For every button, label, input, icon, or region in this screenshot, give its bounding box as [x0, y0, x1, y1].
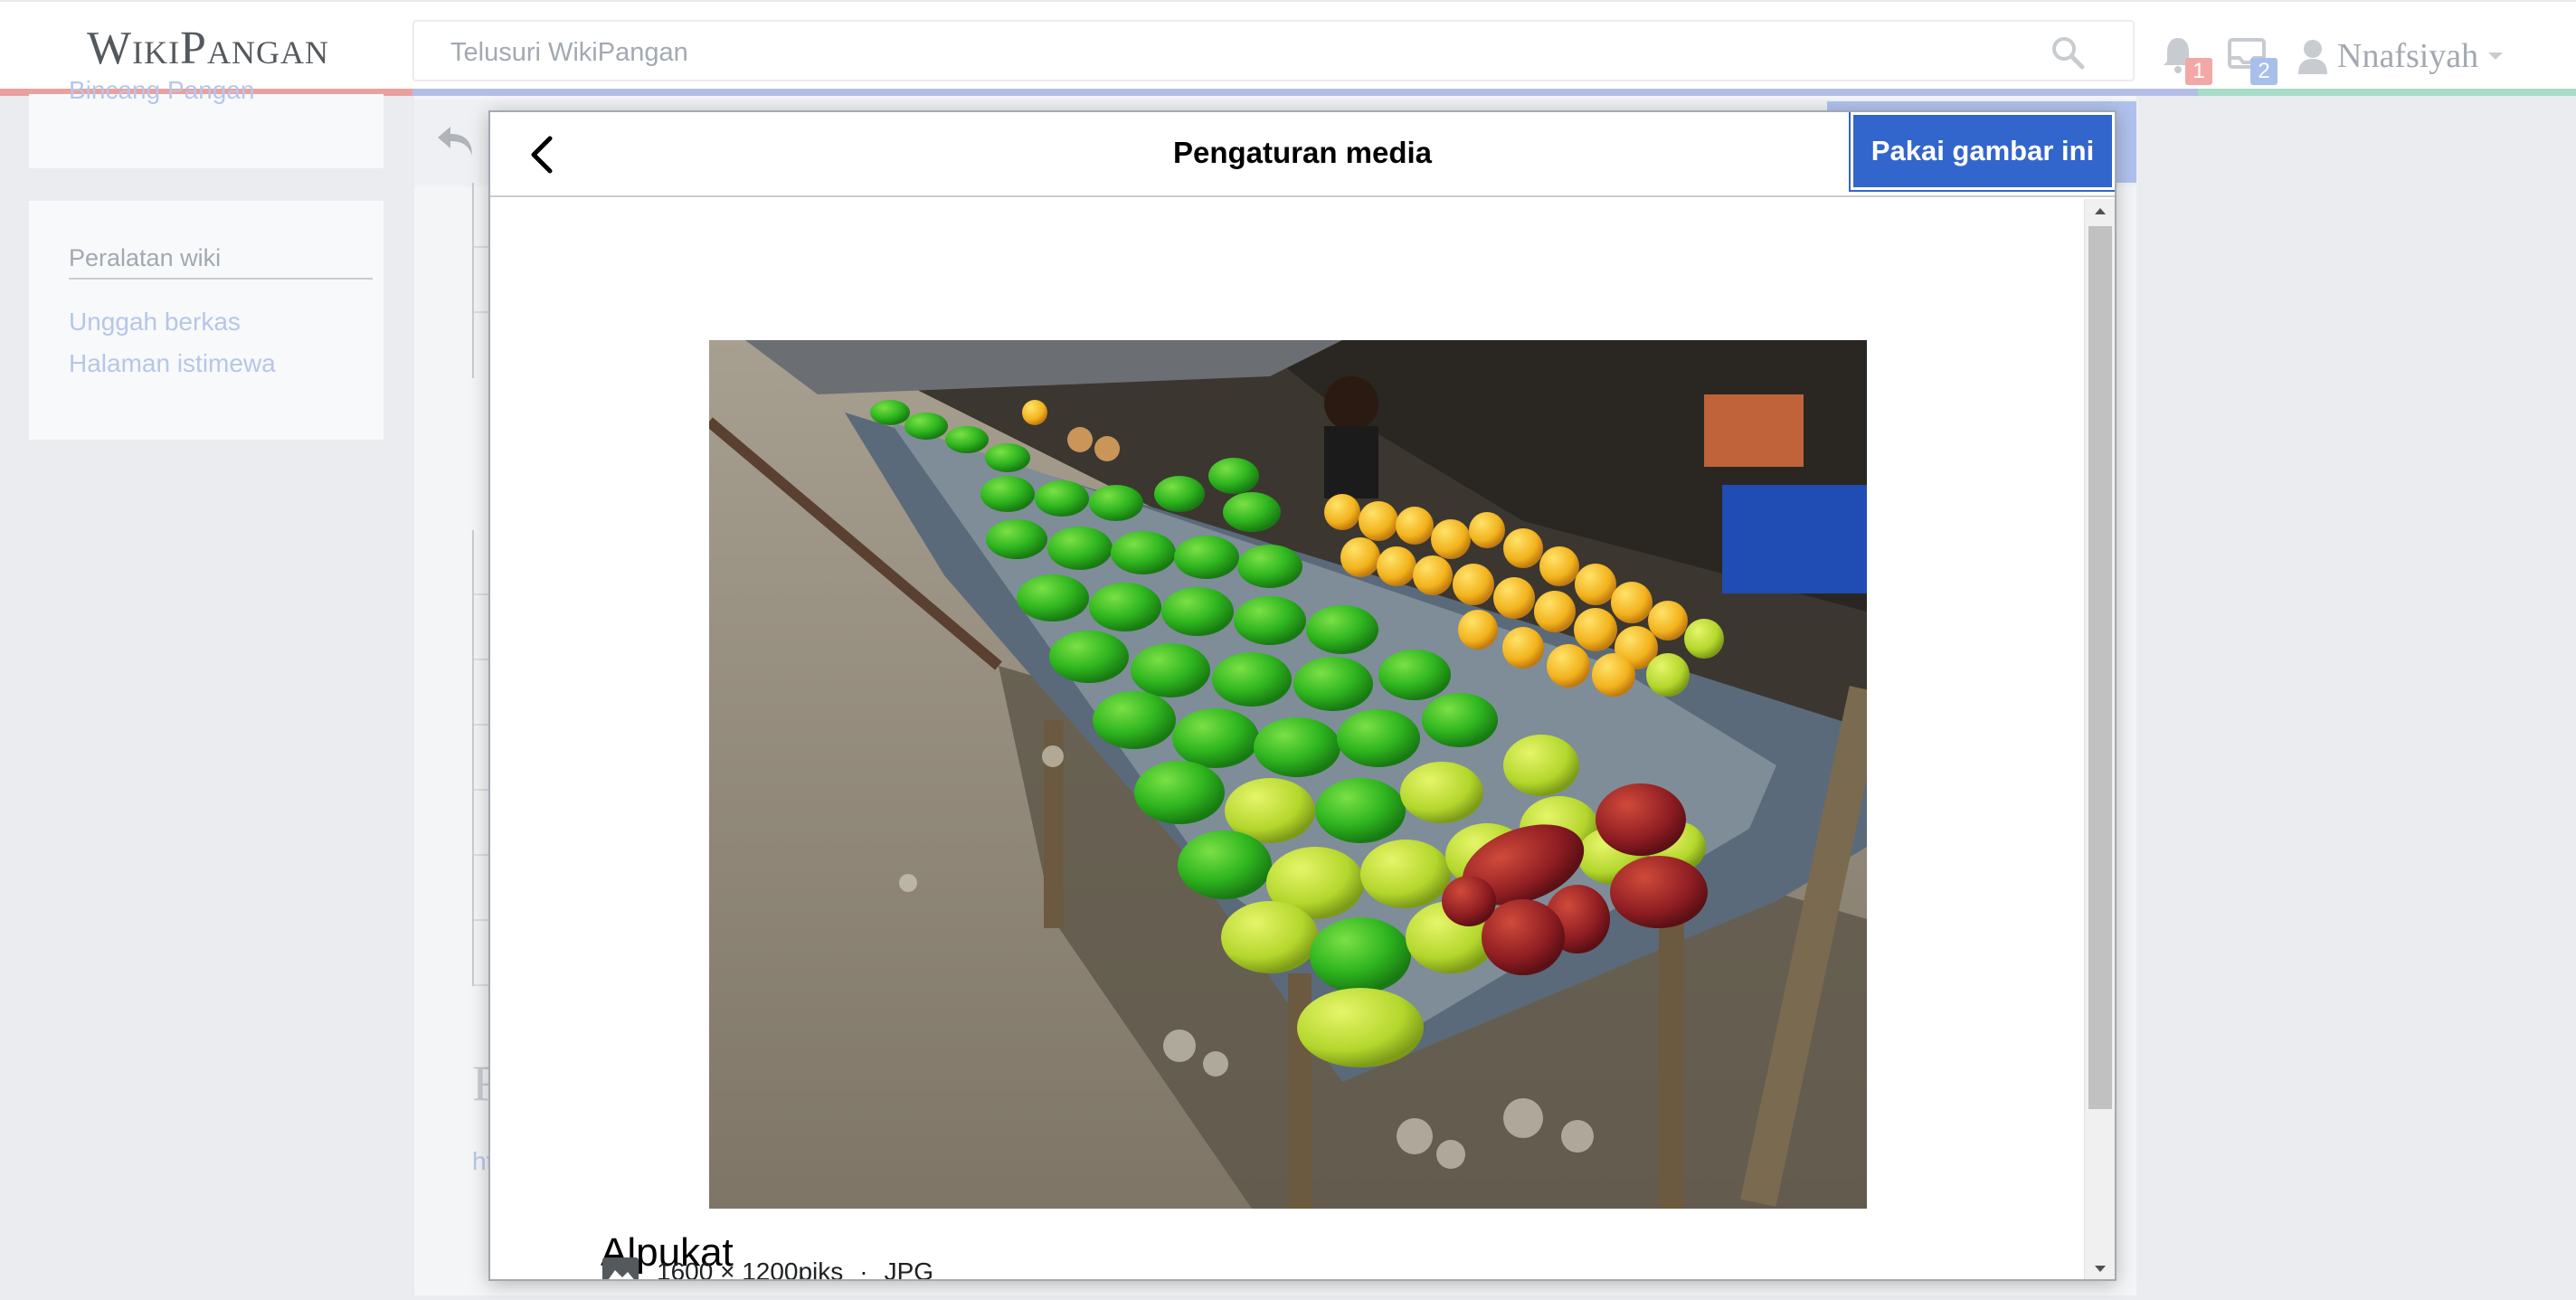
image-preview: [709, 340, 1867, 1209]
dialog-body: Alpukat: [490, 199, 2086, 1279]
arrow-down-icon: [2095, 1266, 2106, 1272]
personal-tools: 1 2 Nnafsiyah: [2162, 29, 2504, 85]
scroll-up-arrow[interactable]: [2085, 199, 2115, 223]
search-input[interactable]: [450, 34, 1988, 71]
dialog-scrollbar[interactable]: [2084, 199, 2115, 1279]
media-settings-dialog: Pengaturan media Pakai gambar ini Alpuka…: [488, 110, 2117, 1281]
sidebar-link-special-pages[interactable]: Halaman istimewa: [69, 349, 276, 378]
file-dimensions: 1600 × 1200piks: [657, 1257, 844, 1281]
sidebar-portal-tools: Peralatan wiki Unggah berkas Halaman ist…: [29, 201, 384, 440]
meta-separator: ·: [859, 1257, 868, 1281]
image-icon: [602, 1257, 639, 1279]
header-color-bar: [0, 89, 2576, 96]
file-metadata: 1600 × 1200piks · JPG: [601, 1254, 934, 1281]
sidebar-link-bincang[interactable]: Bincang Pangan: [69, 76, 255, 105]
use-image-button[interactable]: Pakai gambar ini: [1849, 112, 2115, 192]
messages-badge: 2: [2250, 58, 2278, 85]
arrow-up-icon: [2095, 208, 2106, 214]
sidebar-link-upload[interactable]: Unggah berkas: [69, 308, 241, 337]
scroll-down-arrow[interactable]: [2085, 1257, 2115, 1279]
tools-heading: Peralatan wiki: [69, 244, 373, 280]
notifications-button[interactable]: 1: [2162, 34, 2212, 85]
user-icon: [2298, 40, 2327, 74]
scroll-thumb[interactable]: [2088, 226, 2112, 1109]
search-box[interactable]: [412, 20, 2135, 81]
file-type: JPG: [884, 1257, 934, 1281]
top-header: WikiPangan 1 2 Nnafsi: [0, 0, 2576, 94]
search-icon[interactable]: [2050, 34, 2086, 71]
notifications-badge: 1: [2185, 58, 2212, 85]
messages-button[interactable]: 2: [2227, 34, 2278, 85]
site-logo[interactable]: WikiPangan: [87, 22, 329, 75]
dialog-header: Pengaturan media Pakai gambar ini: [490, 112, 2115, 197]
user-menu[interactable]: Nnafsiyah: [2297, 36, 2504, 76]
username[interactable]: Nnafsiyah: [2337, 36, 2478, 76]
sidebar-portal-navigation: Bincang Pangan: [29, 76, 384, 168]
undo-icon[interactable]: [434, 123, 478, 159]
chevron-down-icon[interactable]: [2487, 51, 2504, 62]
